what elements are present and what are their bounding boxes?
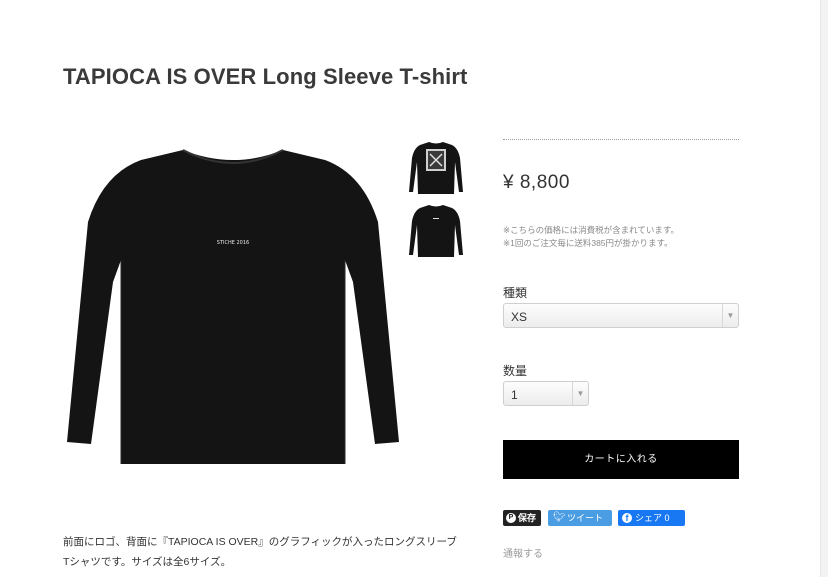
description-line: Tシャツです。サイズは全6サイズ。 [63, 556, 232, 568]
type-select-value: XS [511, 310, 528, 324]
scrollbar[interactable] [820, 0, 828, 577]
quantity-label: 数量 [503, 364, 528, 378]
tweet-label: ツイート [567, 513, 604, 523]
facebook-icon: f [622, 513, 632, 523]
shipping-note-line: ※1回のご注文毎に送料385円が掛かります。 [503, 238, 673, 248]
pinterest-icon: P [506, 513, 516, 523]
chevron-down-icon: ▼ [722, 304, 738, 327]
description-line: 前面にロゴ、背面に『TAPIOCA IS OVER』のグラフィックが入ったロング… [63, 536, 457, 548]
report-link[interactable]: 通報する [503, 545, 543, 560]
tax-note: ※こちらの価格には消費税が含まれています。 ※1回のご注文毎に送料385円が掛か… [503, 224, 679, 250]
facebook-share-button[interactable]: f シェア 0 [618, 510, 685, 526]
pinterest-label: 保存 [518, 513, 537, 523]
twitter-bird-icon: 🐦︎ [553, 512, 566, 523]
front-logo-print: STICHE 2016 [217, 240, 249, 246]
price-divider [503, 139, 739, 140]
thumbnail-back[interactable] [408, 140, 464, 196]
facebook-share-label: シェア 0 [635, 513, 670, 523]
product-description: 前面にロゴ、背面に『TAPIOCA IS OVER』のグラフィックが入ったロング… [63, 532, 483, 572]
chevron-down-icon: ▼ [572, 382, 588, 405]
type-select[interactable]: XS ▼ [503, 303, 739, 328]
tshirt-front-thumbnail [409, 205, 463, 257]
quantity-select[interactable]: 1 ▼ [503, 381, 589, 406]
tweet-button[interactable]: 🐦︎ ツイート [548, 510, 612, 526]
quantity-select-value: 1 [511, 388, 518, 402]
add-to-cart-button[interactable]: カートに入れる [503, 440, 739, 479]
product-main-image[interactable]: STICHE 2016 [63, 142, 403, 472]
tshirt-back-thumbnail [409, 142, 463, 194]
type-label: 種類 [503, 286, 528, 300]
tshirt-front-illustration: STICHE 2016 [67, 149, 399, 464]
pinterest-save-button[interactable]: P 保存 [503, 510, 541, 526]
product-title: TAPIOCA IS OVER Long Sleeve T-shirt [63, 64, 468, 89]
tax-note-line: ※こちらの価格には消費税が含まれています。 [503, 225, 680, 235]
thumbnail-front[interactable] [408, 203, 464, 259]
product-price: ¥ 8,800 [503, 172, 570, 193]
